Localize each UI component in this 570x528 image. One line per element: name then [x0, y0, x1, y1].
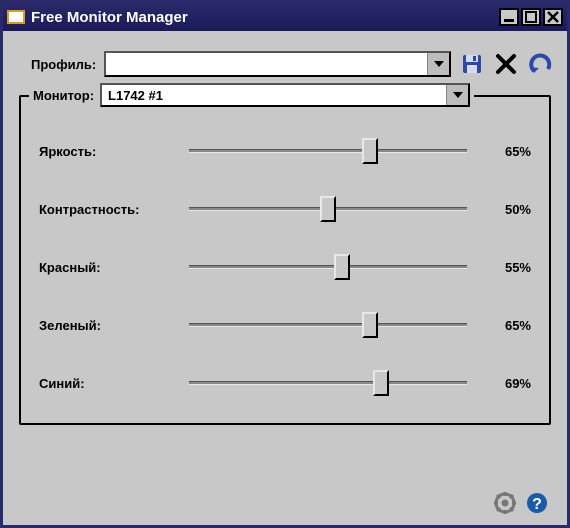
slider-thumb[interactable]	[362, 138, 378, 164]
settings-button[interactable]	[493, 491, 517, 515]
application-window: Free Monitor Manager Профиль:	[0, 0, 570, 528]
save-button[interactable]	[459, 51, 485, 77]
help-button[interactable]: ?	[525, 491, 549, 515]
gear-icon	[494, 492, 516, 514]
chevron-down-icon[interactable]	[446, 85, 468, 105]
contrast-value: 50%	[467, 202, 531, 217]
slider-thumb[interactable]	[334, 254, 350, 280]
slider-track	[189, 381, 467, 385]
undo-icon	[528, 53, 552, 75]
sliders-container: Яркость: 65% Контрастность: 50% Красный:…	[39, 139, 531, 395]
slider-thumb[interactable]	[320, 196, 336, 222]
svg-text:?: ?	[532, 496, 542, 513]
minimize-button[interactable]	[499, 8, 519, 26]
delete-icon	[495, 53, 517, 75]
monitor-value: L1742 #1	[102, 88, 446, 103]
red-slider[interactable]	[189, 255, 467, 279]
green-row: Зеленый: 65%	[39, 313, 531, 337]
blue-row: Синий: 69%	[39, 371, 531, 395]
save-icon	[461, 53, 483, 75]
monitor-legend: Монитор: L1742 #1	[29, 83, 474, 107]
monitor-group: Монитор: L1742 #1 Яркость: 65% Контрастн…	[19, 95, 551, 425]
help-icon: ?	[526, 492, 548, 514]
delete-button[interactable]	[493, 51, 519, 77]
brightness-row: Яркость: 65%	[39, 139, 531, 163]
red-row: Красный: 55%	[39, 255, 531, 279]
contrast-row: Контрастность: 50%	[39, 197, 531, 221]
red-label: Красный:	[39, 260, 189, 275]
slider-track	[189, 265, 467, 269]
monitor-label: Монитор:	[33, 88, 94, 103]
green-label: Зеленый:	[39, 318, 189, 333]
brightness-slider[interactable]	[189, 139, 467, 163]
profile-combo[interactable]	[104, 51, 451, 77]
slider-track	[189, 323, 467, 327]
content-area: Профиль:	[3, 31, 567, 525]
blue-value: 69%	[467, 376, 531, 391]
contrast-slider[interactable]	[189, 197, 467, 221]
green-slider[interactable]	[189, 313, 467, 337]
slider-track	[189, 149, 467, 153]
blue-label: Синий:	[39, 376, 189, 391]
chevron-down-icon[interactable]	[427, 53, 449, 75]
footer-icons: ?	[493, 491, 549, 515]
brightness-label: Яркость:	[39, 144, 189, 159]
contrast-label: Контрастность:	[39, 202, 189, 217]
maximize-button[interactable]	[521, 8, 541, 26]
monitor-combo[interactable]: L1742 #1	[100, 83, 470, 107]
profile-row: Профиль:	[31, 51, 553, 77]
window-title: Free Monitor Manager	[31, 9, 497, 26]
app-icon	[7, 10, 25, 24]
close-button[interactable]	[543, 8, 563, 26]
slider-thumb[interactable]	[373, 370, 389, 396]
blue-slider[interactable]	[189, 371, 467, 395]
brightness-value: 65%	[467, 144, 531, 159]
green-value: 65%	[467, 318, 531, 333]
titlebar[interactable]: Free Monitor Manager	[3, 3, 567, 31]
profile-label: Профиль:	[31, 57, 96, 72]
slider-thumb[interactable]	[362, 312, 378, 338]
undo-button[interactable]	[527, 51, 553, 77]
red-value: 55%	[467, 260, 531, 275]
